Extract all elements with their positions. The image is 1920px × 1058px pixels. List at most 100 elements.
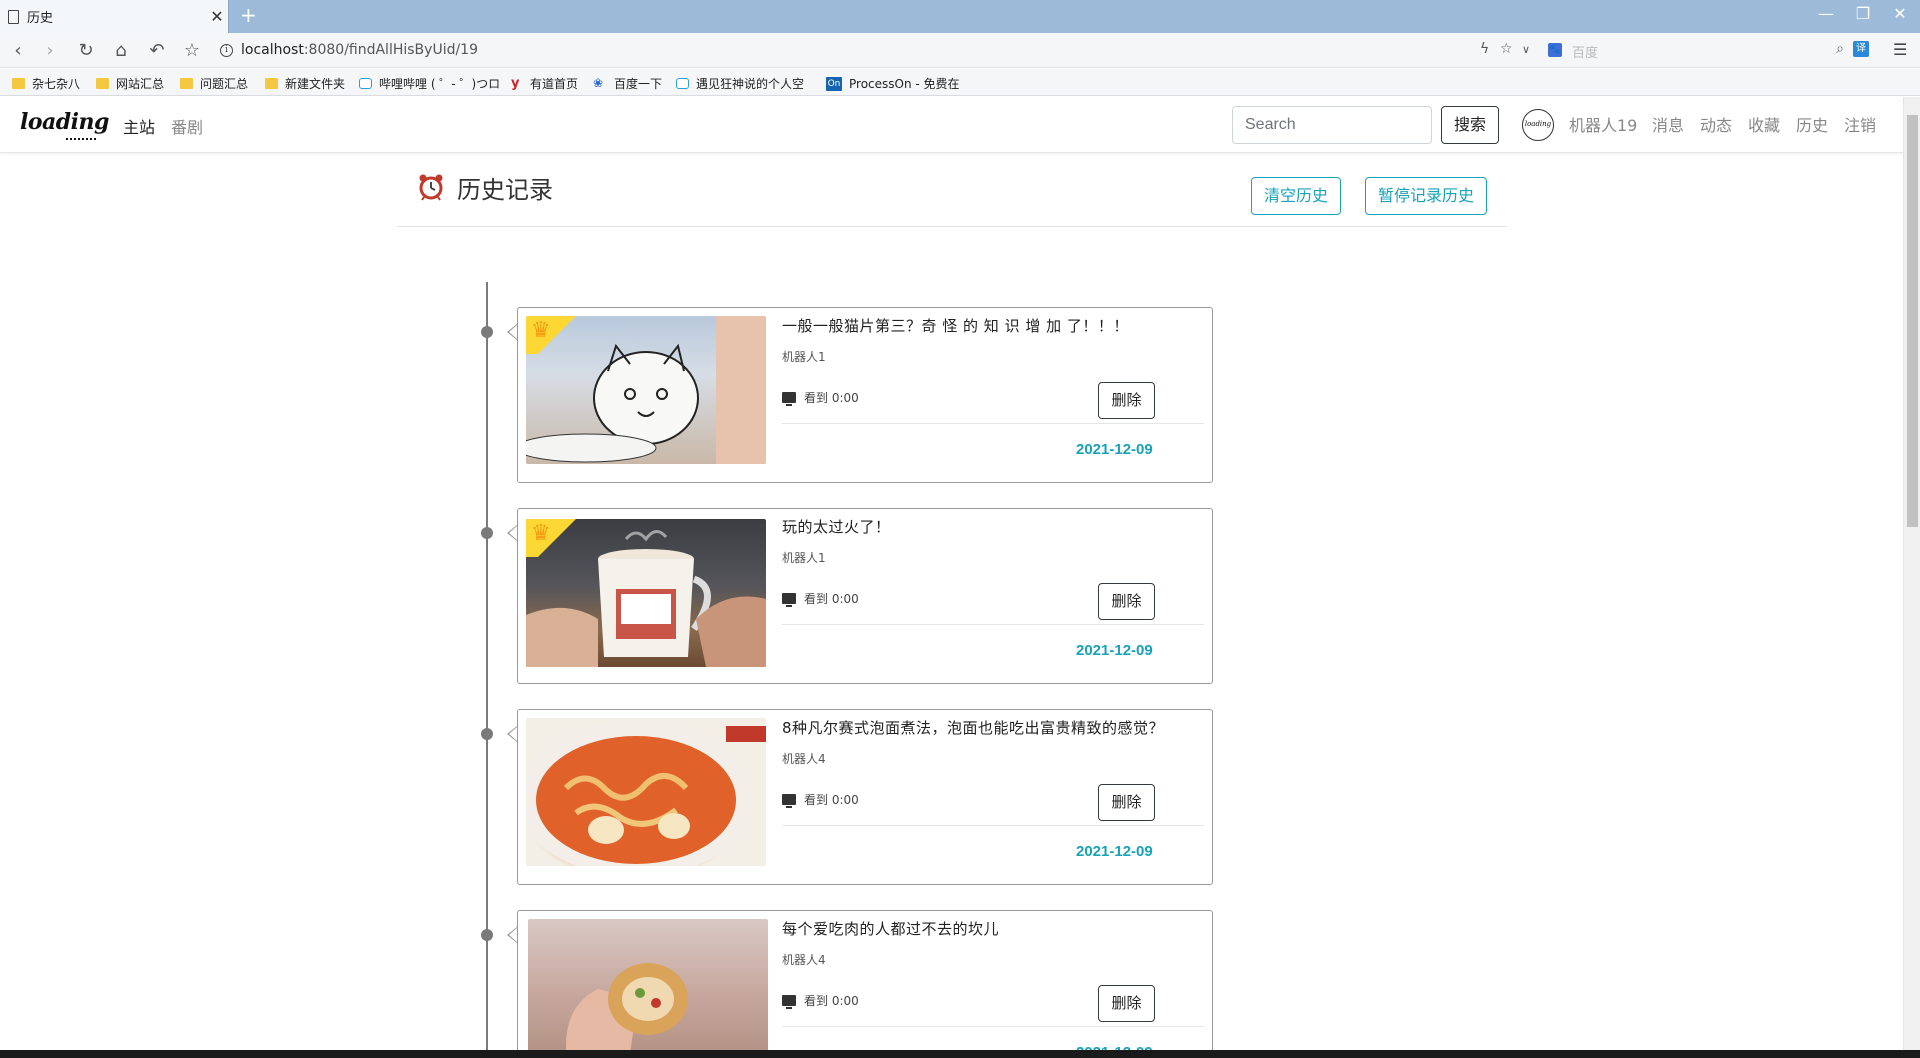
tab-title: 历史 <box>27 11 54 26</box>
delete-button[interactable]: 删除 <box>1098 583 1155 620</box>
document-icon <box>8 9 19 24</box>
bookmark-label: 有道首页 <box>530 77 579 91</box>
forward-icon[interactable]: › <box>38 39 62 63</box>
nav-dynamics[interactable]: 动态 <box>1700 112 1732 136</box>
timeline-dot <box>481 326 493 338</box>
video-author[interactable]: 机器人4 <box>782 750 826 767</box>
tab-close-icon[interactable]: ✕ <box>206 7 228 26</box>
video-thumbnail[interactable] <box>526 718 766 866</box>
watch-progress: 看到 0:00 <box>782 389 859 406</box>
bookmark-item[interactable]: 网站汇总 <box>96 75 164 92</box>
watch-date: 2021-12-09 <box>1076 441 1153 458</box>
scrollbar-thumb[interactable] <box>1907 115 1918 527</box>
divider <box>782 825 1204 826</box>
delete-button[interactable]: 删除 <box>1098 985 1155 1022</box>
timeline-dot <box>481 929 493 941</box>
bookmark-item[interactable]: 问题汇总 <box>180 75 248 92</box>
bookmark-item[interactable]: 新建文件夹 <box>265 75 345 92</box>
watch-progress: 看到 0:00 <box>782 791 859 808</box>
divider <box>782 624 1204 625</box>
bookmark-label: 哔哩哔哩 ( ゜- ゜)つロ <box>379 77 501 91</box>
nav-messages[interactable]: 消息 <box>1652 112 1684 136</box>
home-icon[interactable]: ⌂ <box>109 39 133 63</box>
watch-progress-text: 看到 0:00 <box>804 592 859 606</box>
reload-icon[interactable]: ↻ <box>74 39 98 63</box>
video-title[interactable]: 每个爱吃肉的人都过不去的坎儿 <box>782 918 999 939</box>
avatar[interactable]: loading <box>1522 109 1554 141</box>
delete-button[interactable]: 删除 <box>1098 784 1155 821</box>
search-engine-placeholder: 百度 <box>1572 46 1599 61</box>
folder-icon <box>265 78 278 89</box>
timeline-arrow <box>507 927 517 943</box>
crown-icon: ♛ <box>531 318 551 343</box>
new-tab-button[interactable]: + <box>240 3 257 27</box>
bookmark-item[interactable]: On ProcessOn - 免费在 <box>826 75 960 92</box>
video-author[interactable]: 机器人4 <box>782 951 826 968</box>
bookmark-item[interactable]: ❀ 百度一下 <box>593 75 662 92</box>
nav-main-site[interactable]: 主站 <box>123 114 155 138</box>
page-scrollbar[interactable] <box>1903 97 1920 1050</box>
history-item[interactable]: 每个爱吃肉的人都过不去的坎儿 机器人4 看到 0:00 删除 2021-12-0… <box>517 910 1213 1050</box>
search-icon[interactable]: ⌕ <box>1836 41 1844 57</box>
baidu-icon: 🐾 <box>1548 43 1562 57</box>
folder-icon <box>96 78 109 89</box>
video-title[interactable]: 一般一般猫片第三？奇 怪 的 知 识 增 加 了！！！ <box>782 315 1129 336</box>
nav-logout[interactable]: 注销 <box>1844 112 1876 136</box>
back-icon[interactable]: ‹ <box>6 39 30 63</box>
lightning-icon[interactable]: ϟ <box>1480 41 1489 57</box>
delete-button[interactable]: 删除 <box>1098 382 1155 419</box>
video-title[interactable]: 8种凡尔赛式泡面煮法，泡面也能吃出富贵精致的感觉？ <box>782 717 1164 738</box>
site-logo[interactable]: loading <box>20 109 109 135</box>
nav-history[interactable]: 历史 <box>1796 112 1828 136</box>
video-thumbnail[interactable] <box>528 919 768 1050</box>
window-close-icon[interactable]: ✕ <box>1885 4 1915 23</box>
watch-date: 2021-12-09 <box>1076 642 1153 659</box>
chevron-down-icon[interactable]: ∨ <box>1522 43 1530 56</box>
bookmark-item[interactable]: 哔哩哔哩 ( ゜- ゜)つロ <box>359 75 500 92</box>
bookmark-label: 问题汇总 <box>200 77 249 91</box>
logo-underline <box>66 138 96 140</box>
bookmark-item[interactable]: 杂七杂八 <box>12 75 80 92</box>
bookmark-label: 网站汇总 <box>116 77 165 91</box>
nav-anime[interactable]: 番剧 <box>171 114 203 138</box>
bookmark-label: 遇见狂神说的个人空 <box>696 77 805 91</box>
minimize-icon[interactable]: — <box>1811 4 1841 23</box>
pause-history-button[interactable]: 暂停记录历史 <box>1365 177 1487 215</box>
favorite-star-icon[interactable]: ☆ <box>1500 41 1513 57</box>
video-author[interactable]: 机器人1 <box>782 549 826 566</box>
username-link[interactable]: 机器人19 <box>1569 112 1637 136</box>
timeline-dot <box>481 527 493 539</box>
youdao-icon: y <box>511 76 520 91</box>
video-thumbnail[interactable]: ♛ <box>526 316 766 464</box>
watch-progress-text: 看到 0:00 <box>804 391 859 405</box>
url-field[interactable]: localhost:8080/findAllHisByUid/19 <box>241 42 478 58</box>
bookmark-item[interactable]: 遇见狂神说的个人空 <box>676 75 804 92</box>
timeline-dot <box>481 728 493 740</box>
meatball-image <box>566 963 688 1050</box>
site-info-icon[interactable]: i <box>220 44 233 57</box>
watch-date: 2021-12-09 <box>1076 843 1153 860</box>
search-engine-box[interactable]: 🐾 百度 ⌕ <box>1548 40 1844 62</box>
history-item[interactable]: ♛ 一般一般猫片第三？奇 怪 的 知 识 增 加 了！！！ 机器人1 看到 0:… <box>517 307 1213 483</box>
bookmark-item[interactable]: y 有道首页 <box>511 75 578 92</box>
vip-badge: ♛ <box>526 316 578 354</box>
alarm-clock-icon <box>419 174 443 201</box>
watch-progress-text: 看到 0:00 <box>804 994 859 1008</box>
nav-favorites[interactable]: 收藏 <box>1748 112 1780 136</box>
video-title[interactable]: 玩的太过火了！ <box>782 516 891 537</box>
translate-icon[interactable]: 译 <box>1853 41 1869 57</box>
clear-history-button[interactable]: 清空历史 <box>1251 177 1341 215</box>
divider <box>782 423 1204 424</box>
os-taskbar <box>0 1050 1920 1058</box>
history-item[interactable]: 8种凡尔赛式泡面煮法，泡面也能吃出富贵精致的感觉？ 机器人4 看到 0:00 删… <box>517 709 1213 885</box>
menu-icon[interactable]: ☰ <box>1893 40 1907 59</box>
restore-icon[interactable]: ❐ <box>1848 4 1878 23</box>
tv-icon <box>782 392 796 406</box>
page-content: loading 主站 番剧 Search 搜索 loading 机器人19 消息… <box>0 97 1903 1050</box>
video-author[interactable]: 机器人1 <box>782 348 826 365</box>
video-thumbnail[interactable]: ♛ <box>526 519 766 667</box>
history-item[interactable]: ♛ 玩的太过火了！ 机器人1 看到 0:00 删除 2021-12-09 <box>517 508 1213 684</box>
bookmark-star-icon[interactable]: ☆ <box>180 39 204 63</box>
browser-tab[interactable]: 历史 ✕ <box>0 0 229 33</box>
undo-close-tab-icon[interactable]: ↶ <box>145 39 169 63</box>
